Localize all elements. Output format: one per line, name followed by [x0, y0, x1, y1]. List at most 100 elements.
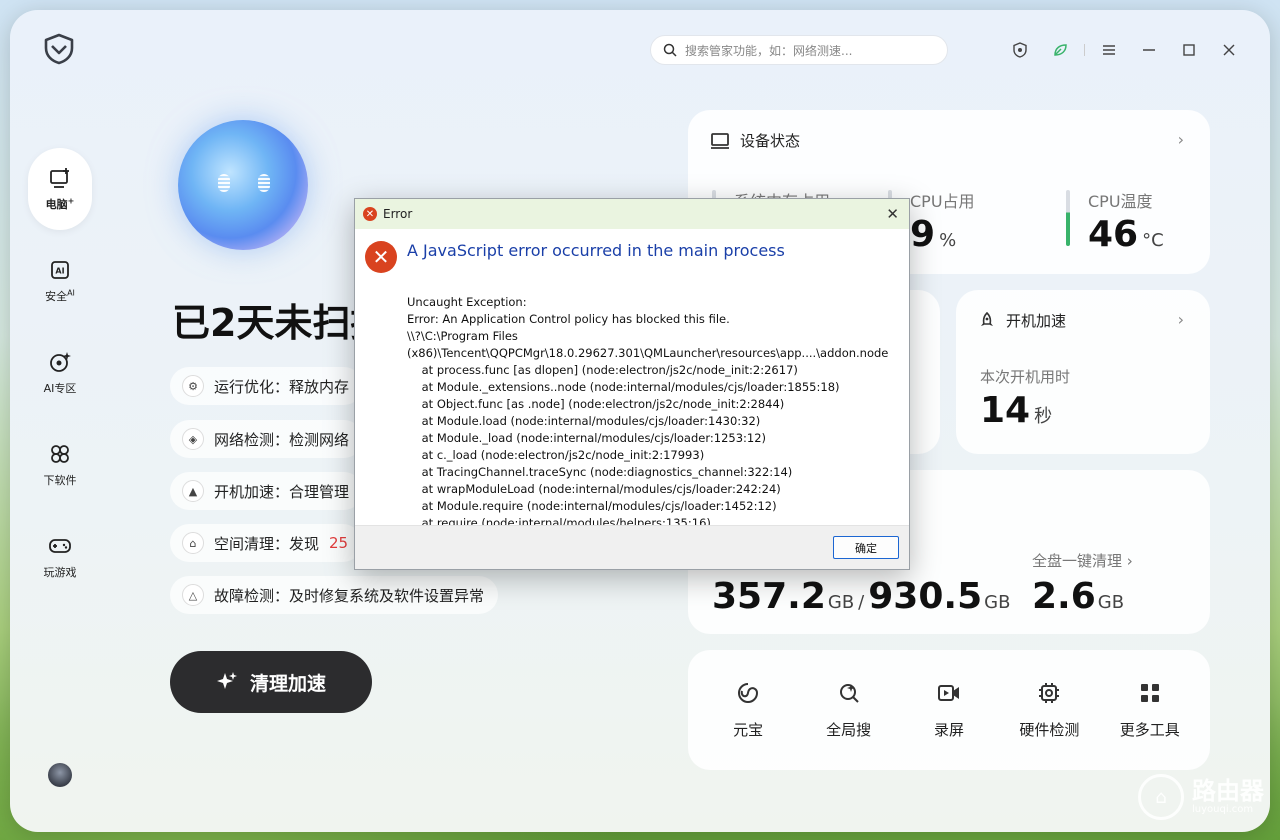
sidebar-item-ai-zone[interactable]: AI专区	[28, 332, 92, 414]
sparkle-icon	[216, 672, 237, 689]
menu-icon[interactable]	[1089, 40, 1129, 60]
dialog-line: \\?\C:\Program Files	[407, 329, 518, 343]
dialog-line: at c._load (node:electron/js2c/node_init…	[407, 448, 705, 462]
dialog-line: Error: An Application Control policy has…	[407, 312, 730, 326]
software-clover-icon	[51, 445, 69, 463]
router-wifi-icon: ⌂	[1138, 774, 1184, 820]
sidebar-item-download[interactable]: 下软件	[28, 424, 92, 506]
boot-speed-card[interactable]: 开机加速 › 本次开机用时 14 秒	[956, 290, 1210, 454]
mascot-orb	[178, 120, 308, 250]
tool-global-search[interactable]: 全局搜	[804, 681, 894, 740]
dialog-message: Uncaught Exception: Error: An Application…	[407, 277, 888, 566]
screen-record-icon	[937, 684, 959, 701]
user-avatar[interactable]	[48, 763, 72, 787]
sidebar-item-label: 安全AI	[45, 288, 75, 303]
dialog-line: (x86)\Tencent\QQPCMgr\18.0.29627.301\QML…	[407, 346, 889, 360]
clean-size-value: 2.6 GB	[1032, 576, 1125, 617]
sidebar-item-games[interactable]: 玩游戏	[28, 516, 92, 598]
mascot-eye-right	[258, 174, 270, 192]
dialog-line: at Module.load (node:internal/modules/cj…	[407, 414, 761, 428]
dialog-line: at Object.func [as .node] (node:electron…	[407, 397, 785, 411]
error-dialog: ✕ Error ✕ ✕ A JavaScript error occurred …	[354, 198, 910, 570]
title-bar-controls	[1000, 40, 1249, 60]
dialog-heading: A JavaScript error occurred in the main …	[407, 241, 785, 260]
disk-usage-value: 357.2 GB/930.5 GB	[712, 576, 1011, 617]
chevron-right-icon[interactable]: ›	[1178, 130, 1184, 149]
search-box[interactable]: 搜索管家功能，如：网络测速...	[650, 35, 948, 65]
search-icon	[663, 43, 677, 57]
feature-space-clean[interactable]: ⌂ 空间清理：发现 25	[170, 524, 363, 562]
mascot-eye-left	[218, 174, 230, 192]
sidebar-item-label: 电脑+	[45, 196, 75, 211]
feature-label: 网络检测：检测网络	[214, 430, 350, 449]
broom-icon: ⌂	[182, 532, 204, 554]
shield-logo-icon	[44, 33, 74, 65]
feature-highlight-count: 25	[329, 534, 349, 552]
feature-label: 运行优化：释放内存	[214, 377, 350, 396]
leaf-icon[interactable]	[1040, 40, 1080, 60]
tools-card: 元宝 全局搜 录屏 硬件检测 更多工具	[688, 650, 1210, 770]
error-small-icon: ✕	[363, 207, 377, 221]
boot-time-value: 14 秒	[980, 390, 1053, 431]
sidebar-item-security[interactable]: AI 安全AI	[28, 240, 92, 322]
full-disk-clean-link[interactable]: 全盘一键清理 ›	[1032, 550, 1133, 571]
watermark-title: 路由器	[1192, 777, 1264, 805]
watermark-subtitle: luyouqi.com	[1192, 804, 1254, 815]
feature-label: 故障检测：及时修复系统及软件设置异常	[214, 586, 485, 605]
sidebar-item-label: AI专区	[43, 382, 77, 395]
cpu-label: CPU占用	[910, 192, 975, 211]
tool-yuanbao[interactable]: 元宝	[703, 681, 793, 740]
feature-boot-speedup[interactable]: ▲ 开机加速：合理管理	[170, 472, 364, 510]
search-input[interactable]: 搜索管家功能，如：网络测速...	[685, 42, 852, 59]
boot-speed-title: 开机加速	[978, 310, 1066, 331]
rocket-icon: ⚙	[182, 375, 204, 397]
feature-label: 空间清理：发现	[214, 534, 320, 553]
dialog-line: at Module._extensions..node (node:intern…	[407, 380, 840, 394]
ai-sparkle-icon	[50, 352, 71, 372]
more-tools-icon	[1140, 683, 1159, 702]
title-separator	[1084, 44, 1085, 56]
monitor-icon	[711, 132, 729, 149]
dialog-line: at Module._load (node:internal/modules/c…	[407, 431, 767, 445]
global-search-icon	[839, 683, 859, 703]
close-icon[interactable]	[1209, 40, 1249, 60]
sidebar-item-label: 玩游戏	[43, 566, 77, 579]
dialog-line: at wrapModuleLoad (node:internal/modules…	[407, 482, 781, 496]
gamepad-icon	[49, 539, 71, 553]
dialog-line: Uncaught Exception:	[407, 295, 527, 309]
cpu-temp-bar	[1066, 190, 1070, 246]
watermark: ⌂ 路由器 luyouqi.com	[1138, 774, 1264, 820]
rocket-icon	[981, 311, 993, 326]
shield-status-icon[interactable]	[1000, 40, 1040, 60]
cpu-value: 9%	[910, 214, 957, 255]
feature-fault-check[interactable]: △ 故障检测：及时修复系统及软件设置异常	[170, 576, 499, 614]
tool-more[interactable]: 更多工具	[1105, 681, 1195, 740]
dialog-line: at Module.require (node:internal/modules…	[407, 499, 777, 513]
tool-screen-record[interactable]: 录屏	[904, 681, 994, 740]
hardware-check-icon	[1039, 682, 1060, 703]
svg-text:AI: AI	[55, 267, 64, 276]
dialog-line: at process.func [as dlopen] (node:electr…	[407, 363, 798, 377]
cpu-temp-value: 46 °C	[1088, 214, 1164, 255]
clean-speedup-button[interactable]: 清理加速	[170, 651, 372, 713]
sidebar: 电脑+ AI 安全AI AI专区 下软件 玩游戏	[28, 148, 92, 608]
ok-button[interactable]: 确定	[833, 536, 899, 559]
minimize-icon[interactable]	[1129, 40, 1169, 60]
tools-row: 元宝 全局搜 录屏 硬件检测 更多工具	[688, 650, 1210, 770]
tool-hardware-check[interactable]: 硬件检测	[1004, 681, 1094, 740]
maximize-icon[interactable]	[1169, 40, 1209, 60]
warning-icon: △	[182, 584, 204, 606]
feature-run-optimize[interactable]: ⚙ 运行优化：释放内存	[170, 367, 364, 405]
yuanbao-icon	[738, 682, 759, 703]
error-large-icon: ✕	[365, 241, 397, 273]
boot-rocket-icon: ▲	[182, 480, 204, 502]
boot-time-label: 本次开机用时	[980, 368, 1071, 386]
dialog-title-bar: ✕ Error ✕	[355, 199, 909, 229]
sidebar-item-label: 下软件	[43, 474, 77, 487]
chevron-right-icon[interactable]: ›	[1178, 310, 1184, 329]
dialog-close-icon[interactable]: ✕	[886, 205, 899, 223]
feature-network-check[interactable]: ◈ 网络检测：检测网络	[170, 420, 364, 458]
feature-label: 开机加速：合理管理	[214, 482, 350, 501]
sidebar-item-computer[interactable]: 电脑+	[28, 148, 92, 230]
dialog-title: Error	[383, 207, 413, 221]
